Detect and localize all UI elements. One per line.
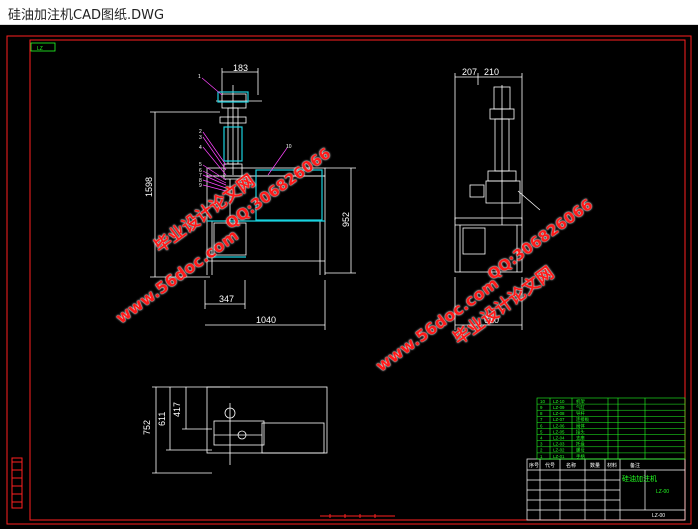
tb-header-remark: 备注: [630, 462, 640, 469]
top-view: [152, 386, 328, 474]
parts-row-code: LZ-08: [553, 411, 565, 416]
parts-row-name: 阀体: [576, 422, 585, 429]
bottom-scale: [320, 514, 395, 518]
parts-row-no: 6: [540, 423, 543, 428]
dim-top-inner: 417: [172, 402, 182, 417]
parts-row-no: 4: [540, 436, 543, 441]
dim-side-left: 207: [462, 67, 477, 77]
parts-row-code: LZ-05: [553, 429, 565, 434]
parts-row-no: 10: [540, 399, 545, 404]
tb-header-name: 名称: [566, 462, 576, 469]
parts-row-no: 7: [540, 417, 543, 422]
parts-row-code: LZ-10: [553, 399, 565, 404]
parts-row-no: 1: [540, 454, 543, 459]
parts-row-code: LZ-03: [553, 442, 565, 447]
parts-row-code: LZ-04: [553, 436, 565, 441]
tb-header-no: 序号: [529, 462, 539, 469]
parts-row-name: 托盘: [576, 441, 585, 447]
drawing-inner-frame: [29, 39, 686, 521]
parts-row-code: LZ-01: [553, 454, 565, 459]
parts-row-code: LZ-02: [553, 448, 565, 453]
parts-row-no: 2: [540, 448, 543, 453]
tb-drawing-name: 硅油加注机: [622, 474, 657, 483]
tb-header-material: 材料: [607, 462, 617, 469]
parts-row-name: 手柄: [576, 453, 585, 460]
tb-drawing-no: LZ-00: [656, 489, 669, 495]
dim-front-base-height: 952: [341, 212, 351, 227]
dim-top-mid: 611: [157, 412, 167, 426]
parts-rows: 10 LZ-10 机架 9 LZ-09 气缸 8 LZ-08 导杆 7 LZ-07 连接板 6 LZ-06…: [537, 398, 685, 460]
tb-header-qty: 数量: [590, 462, 600, 469]
dim-front-overall-width: 1040: [256, 315, 276, 325]
parts-row-name: 支座: [576, 435, 585, 442]
balloon-1: 1: [198, 74, 201, 80]
parts-row-name: 接头: [576, 428, 585, 435]
parts-row-name: 导杆: [576, 410, 585, 417]
corner-tag: LZ: [37, 46, 43, 52]
balloon-9: 9: [199, 183, 202, 189]
parts-row-name: 连接板: [576, 416, 590, 423]
dim-front-base-width: 347: [219, 294, 234, 304]
parts-row-no: 5: [540, 429, 543, 434]
parts-row-code: LZ-06: [553, 423, 565, 428]
balloon-4: 4: [199, 145, 202, 151]
left-edge-marks: [11, 457, 23, 509]
parts-row-code: LZ-09: [553, 405, 565, 410]
cad-drawing: LZ 1 2 3 4 5 6 7 8 9 10 183 1598 952 347…: [6, 35, 692, 525]
balloon-10: 10: [286, 144, 292, 150]
dim-front-top-width: 183: [233, 63, 248, 73]
dim-front-height: 1598: [144, 177, 154, 197]
parts-row-no: 3: [540, 442, 543, 447]
window-titlebar: 硅油加注机CAD图纸.DWG: [0, 0, 698, 25]
parts-row-code: LZ-07: [553, 417, 565, 422]
parts-row-name: 机架: [576, 398, 585, 405]
tb-company: LZ-00: [652, 513, 665, 519]
cad-drawing-canvas[interactable]: LZ 1 2 3 4 5 6 7 8 9 10 183 1598 952 347…: [0, 25, 698, 529]
dim-side-right: 210: [484, 67, 499, 77]
corner-tag-box: [30, 42, 56, 52]
balloon-3: 3: [199, 135, 202, 141]
drawing-outer-frame: [6, 35, 692, 525]
parts-row-no: 9: [540, 405, 543, 410]
parts-row-no: 8: [540, 411, 543, 416]
tb-header-code: 代号: [545, 462, 555, 469]
window-title: 硅油加注机CAD图纸.DWG: [8, 8, 165, 23]
dim-top-outer: 752: [142, 420, 152, 435]
parts-row-name: 气缸: [576, 404, 585, 410]
parts-row-name: 螺母: [576, 447, 585, 454]
